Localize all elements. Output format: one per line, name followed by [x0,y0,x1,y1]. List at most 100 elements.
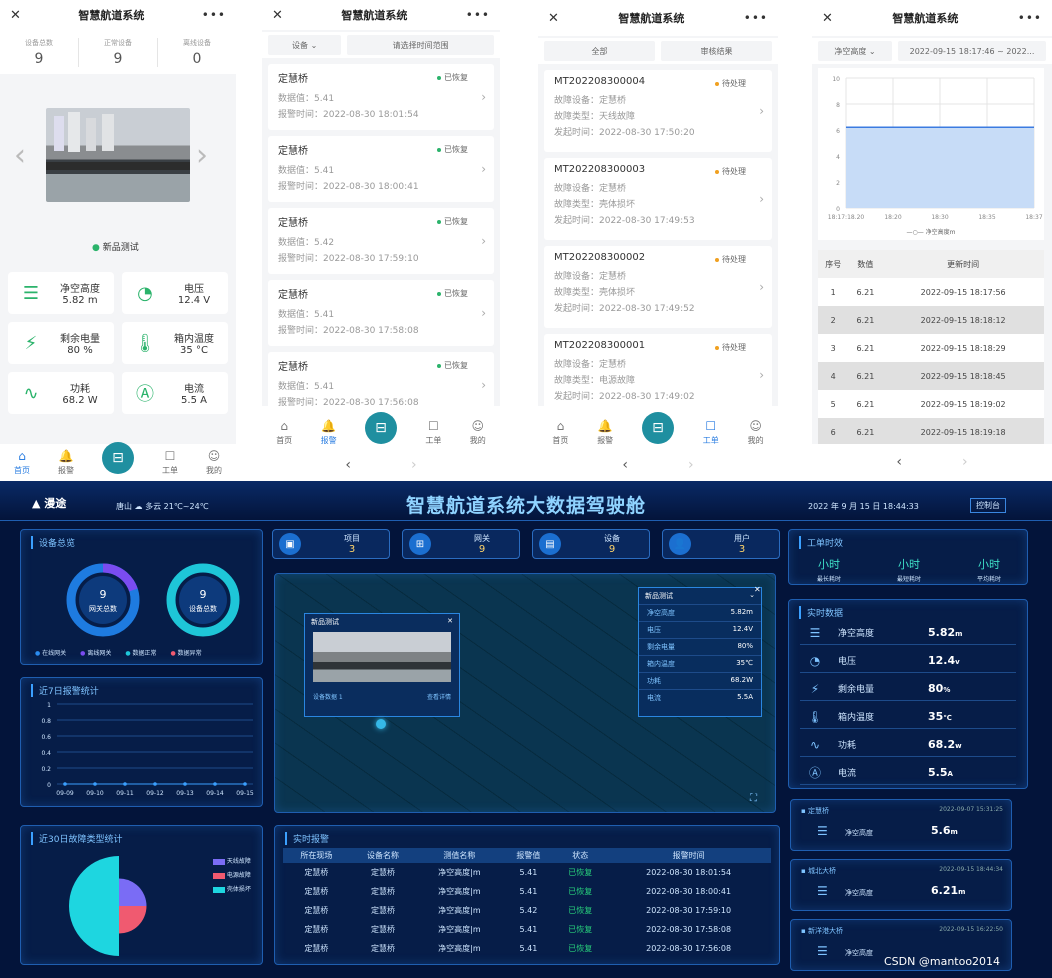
table-cell: 已恢复 [568,887,593,896]
metric-card[interactable]: ☰ 净空高度 5.82 m [8,272,114,314]
realtime-row[interactable]: Ⓐ 电流 5.5A [800,761,1016,785]
fullscreen-icon[interactable]: ⛶ [750,793,757,804]
tab-item[interactable]: ☺ 我的 [206,449,222,476]
tab-item[interactable]: ☐ 工单 [703,419,719,446]
camera-label: ● 新品测试 [92,243,139,253]
realtime-row[interactable]: ⚡ 剩余电量 80% [800,677,1016,701]
prev-icon[interactable]: ‹ [14,138,26,173]
back-icon[interactable]: ‹ [896,454,902,470]
alarm-value: 数据值：5.41 [278,166,335,176]
back-icon[interactable]: ‹ [345,457,351,473]
more-icon[interactable]: ••• [466,8,490,22]
realtime-value: 5.5A [928,766,953,779]
table-row[interactable]: 定慧桥 定慧桥 净空高度|m 5.41 已恢复 2022-08-30 18:01:54 [283,863,771,882]
column-header: 测值名称 [416,848,503,863]
tab-item[interactable]: ☐ 工单 [162,449,178,476]
battery-icon: ⚡ [810,681,820,696]
table-row[interactable]: 1 6.21 2022-09-15 18:17:56 [818,278,1044,306]
alarm-card[interactable]: 定慧桥 已恢复 › 数据值：5.41 报警时间：2022-08-30 18:00:41 [268,136,494,202]
popup-image[interactable] [313,632,451,682]
metric-select[interactable]: 净空高度 ⌄ [818,41,892,61]
close-icon[interactable]: ✕ [447,617,453,627]
x-tick: 18:20 [884,214,901,221]
stat-label: 项目 [344,534,360,543]
scan-button[interactable]: ⊟ [641,412,674,444]
stat-label: 用户 [734,534,750,543]
more-icon[interactable]: ••• [202,8,226,22]
metric-card[interactable]: 🌡 箱内温度 35 °C [122,322,228,364]
table-row[interactable]: 6 6.21 2022-09-15 18:19:18 [818,418,1044,446]
tab-item[interactable]: ☐ 工单 [425,419,441,446]
camera-popup: 新品测试 ✕ 设备数据 1 查看详情 [304,613,460,717]
alarm-card[interactable]: 定慧桥 已恢复 › 数据值：5.41 报警时间：2022-08-30 17:58:08 [268,280,494,346]
close-icon[interactable]: ✕ [548,11,559,26]
range-input[interactable]: 2022-09-15 18:17:46 ~ 2022... [898,41,1046,61]
y-tick: 8 [836,102,840,109]
table-row[interactable]: 4 6.21 2022-09-15 18:18:45 [818,362,1044,390]
close-icon[interactable]: ✕ [272,8,283,23]
table-row[interactable]: 5 6.21 2022-09-15 18:19:02 [818,390,1044,418]
all-select[interactable]: 全部 [544,41,655,61]
close-icon[interactable]: ✕ [754,585,761,594]
map-marker[interactable] [376,719,386,729]
metric-card[interactable]: Ⓐ 电流 5.5 A [122,372,228,414]
forward-icon[interactable]: › [962,454,968,470]
tab-item[interactable]: ☺ 我的 [470,419,486,446]
stat-card[interactable]: ⊞ 网关 9 [402,529,520,559]
realtime-row[interactable]: ◔ 电压 12.4v [800,649,1016,673]
table-row[interactable]: 定慧桥 定慧桥 净空高度|m 5.41 已恢复 2022-08-30 17:58:08 [283,920,771,939]
alarm-card[interactable]: 定慧桥 已恢复 › 数据值：5.41 报警时间：2022-08-30 18:01:54 [268,64,494,130]
result-select[interactable]: 审核结果 [661,41,772,61]
next-icon[interactable]: › [196,138,208,173]
realtime-row[interactable]: 🌡 箱内温度 35℃ [800,705,1016,729]
popup-more-link[interactable]: 查看详情 [427,692,451,701]
console-button[interactable]: 控制台 [970,498,1006,513]
tab-item[interactable]: ⌂ 首页 [14,449,30,476]
close-icon[interactable]: ✕ [822,11,833,26]
metric-card[interactable]: ◔ 电压 12.4 V [122,272,228,314]
order-card[interactable]: MT202208300004 待处理 › 故障设备：定慧桥 故障类型：天线故障 发起时间：… [544,70,772,152]
more-icon[interactable]: ••• [744,11,768,25]
realtime-row[interactable]: ∿ 功耗 68.2w [800,733,1016,757]
scan-button[interactable]: ⊟ [102,442,134,474]
site-card[interactable]: ▪ 定慧桥 2022-09-07 15:31:25 ☰ 净空高度 5.6m [790,799,1012,851]
tab-item[interactable]: 🔔 报警 [321,419,337,446]
table-row[interactable]: 定慧桥 定慧桥 净空高度|m 5.41 已恢复 2022-08-30 18:00:41 [283,882,771,901]
order-card[interactable]: MT202208300001 待处理 › 故障设备：定慧桥 故障类型：电源故障 发起时间：… [544,334,772,416]
table-row[interactable]: 3 6.21 2022-09-15 18:18:29 [818,334,1044,362]
stat-card[interactable]: ▣ 项目 3 [272,529,390,559]
table-cell: 2022-09-15 18:19:02 [920,399,1006,409]
tab-item[interactable]: 🔔 报警 [597,419,613,446]
site-name: ▪ 城北大桥 [801,867,836,875]
more-icon[interactable]: ••• [1018,11,1042,25]
forward-icon[interactable]: › [411,457,417,473]
forward-icon[interactable]: › [688,457,694,473]
camera-image[interactable] [46,108,190,202]
table-row[interactable]: 定慧桥 定慧桥 净空高度|m 5.41 已恢复 2022-08-30 17:56:08 [283,939,771,958]
alarm-card[interactable]: 定慧桥 已恢复 › 数据值：5.42 报警时间：2022-08-30 17:59:10 [268,208,494,274]
date-range-input[interactable]: 请选择时间范围 [347,35,494,55]
table-cell: 6.21 [856,343,875,353]
device-select[interactable]: 设备 ⌄ [268,35,342,55]
close-icon[interactable]: ✕ [10,8,21,23]
metric-card[interactable]: ⚡ 剩余电量 80 % [8,322,114,364]
back-icon[interactable]: ‹ [622,457,628,473]
tab-label: 报警 [58,466,74,475]
order-card[interactable]: MT202208300002 待处理 › 故障设备：定慧桥 故障类型：壳体损坏 发起时间：… [544,246,772,328]
stat-card[interactable]: 👤 用户 3 [662,529,780,559]
alarm-time: 报警时间：2022-08-30 18:00:41 [278,182,419,192]
tab-item[interactable]: ☺ 我的 [748,419,764,446]
order-type: 故障类型：电源故障 [554,376,636,386]
table-row[interactable]: 2 6.21 2022-09-15 18:18:12 [818,306,1044,334]
scan-button[interactable]: ⊟ [364,412,397,444]
table-row[interactable]: 定慧桥 定慧桥 净空高度|m 5.42 已恢复 2022-08-30 17:59:10 [283,901,771,920]
realtime-row[interactable]: ☰ 净空高度 5.82m [800,621,1016,645]
tab-item[interactable]: ⌂ 首页 [552,419,568,446]
stat-card[interactable]: ▤ 设备 9 [532,529,650,559]
tab-item[interactable]: 🔔 报警 [58,449,74,476]
site-card[interactable]: ▪ 城北大桥 2022-09-15 18:44:34 ☰ 净空高度 6.21m [790,859,1012,911]
metric-name: 电压 [184,284,204,295]
tab-item[interactable]: ⌂ 首页 [276,419,292,446]
metric-card[interactable]: ∿ 功耗 68.2 W [8,372,114,414]
order-card[interactable]: MT202208300003 待处理 › 故障设备：定慧桥 故障类型：壳体损坏 发起时间：… [544,158,772,240]
